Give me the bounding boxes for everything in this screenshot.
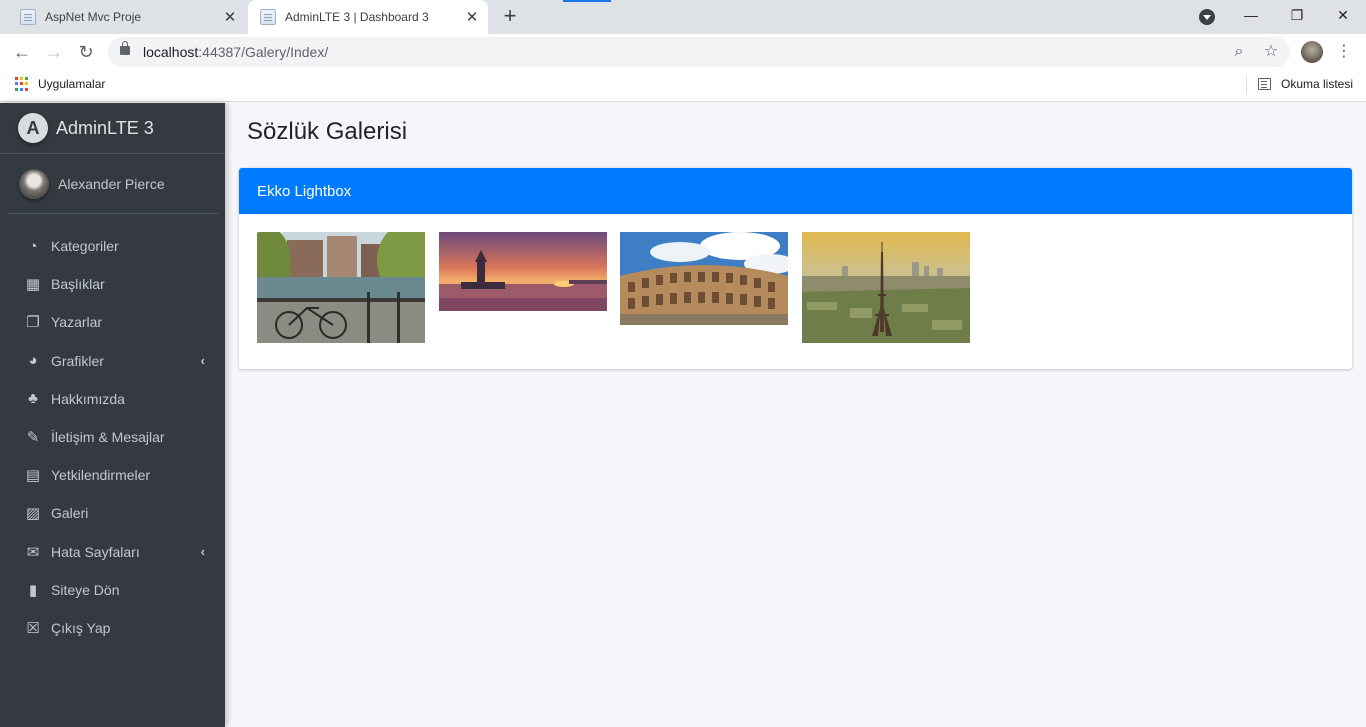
sidebar-item-iletisim[interactable]: ✎ İletişim & Mesajlar	[0, 418, 225, 456]
grid-icon: ▦	[25, 276, 41, 294]
forward-icon[interactable]: →	[42, 40, 66, 64]
sidebar-item-label: Kategoriler	[51, 238, 119, 255]
new-tab-button[interactable]: +	[498, 5, 522, 29]
gallery-image-maiden-tower[interactable]	[439, 232, 607, 311]
page-title: Sözlük Galerisi	[247, 118, 408, 145]
sidebar-item-hata-sayfalari[interactable]: ✉ Hata Sayfaları ‹	[0, 533, 225, 571]
sidebar-item-galeri[interactable]: ▨ Galeri	[0, 494, 225, 532]
tab-title: AdminLTE 3 | Dashboard 3	[285, 10, 429, 24]
sidebar-item-label: Başlıklar	[51, 276, 105, 293]
restore-button[interactable]: ❐	[1274, 0, 1320, 30]
card-title: Ekko Lightbox	[257, 182, 352, 200]
gallery-image-amsterdam[interactable]	[257, 232, 425, 343]
lock-icon[interactable]	[120, 41, 130, 55]
sidebar-item-label: Galeri	[51, 505, 89, 522]
tab-adminlte-dashboard[interactable]: AdminLTE 3 | Dashboard 3 ✕	[248, 0, 488, 34]
browser-toolbar: ← → ↻ localhost:44387/Galery/Index/ ⌕ ☆ …	[0, 34, 1366, 70]
url-text[interactable]: localhost:44387/Galery/Index/	[143, 44, 328, 60]
chevron-left-icon: ‹	[200, 543, 205, 559]
bookmarks-bar: Uygulamalar Okuma listesi	[0, 70, 1366, 102]
main-sidebar: A AdminLTE 3 Alexander Pierce ◔ Kategori…	[0, 103, 225, 727]
gallery-image-eiffel-tower[interactable]	[802, 232, 970, 343]
avatar	[19, 169, 49, 199]
sidebar-item-kategoriler[interactable]: ◔ Kategoriler	[0, 227, 225, 265]
sidebar-item-basliklar[interactable]: ▦ Başlıklar	[0, 265, 225, 303]
profile-avatar[interactable]	[1301, 41, 1323, 63]
tab-aspnet-mvc-proje[interactable]: AspNet Mvc Proje ✕	[8, 0, 246, 34]
tab-search-icon[interactable]	[1199, 9, 1215, 25]
eiffel-tower-image	[802, 232, 970, 343]
tree-icon: ♣	[28, 390, 38, 408]
book-icon: ▮	[28, 581, 38, 599]
tachometer-icon: ◔	[28, 237, 38, 255]
browser-tabstrip: AspNet Mvc Proje ✕ AdminLTE 3 | Dashboar…	[0, 0, 1366, 34]
pie-chart-icon: ◕	[28, 352, 38, 370]
sidebar-item-label: Grafikler	[51, 352, 104, 369]
page-icon	[20, 9, 36, 25]
gallery-image-colosseum[interactable]	[620, 232, 788, 325]
back-icon[interactable]: ←	[10, 40, 34, 64]
brand-link[interactable]: A AdminLTE 3	[0, 103, 225, 154]
calendar-icon: ▤	[25, 467, 41, 485]
sidebar-item-grafikler[interactable]: ◕ Grafikler ‹	[0, 342, 225, 380]
close-icon[interactable]: ✕	[462, 8, 482, 26]
reload-icon[interactable]: ↻	[74, 40, 98, 64]
sidebar-item-label: Siteye Dön	[51, 581, 120, 598]
sidebar-item-label: Yetkilendirmeler	[51, 467, 151, 484]
user-panel[interactable]: Alexander Pierce	[7, 155, 218, 214]
colosseum-image	[620, 232, 788, 325]
reading-list-link[interactable]: Okuma listesi	[1281, 77, 1353, 91]
page-icon	[260, 9, 276, 25]
close-window-button[interactable]: ✕	[1320, 0, 1366, 30]
sidebar-item-siteye-don[interactable]: ▮ Siteye Dön	[0, 571, 225, 609]
maiden-tower-image	[439, 232, 607, 311]
sidebar-item-label: Yazarlar	[51, 314, 103, 331]
sidebar-item-hakkimizda[interactable]: ♣ Hakkımızda	[0, 380, 225, 418]
menu-kebab-icon[interactable]: ⋮	[1336, 40, 1352, 64]
star-icon[interactable]: ☆	[1260, 41, 1282, 63]
card-header: Ekko Lightbox	[239, 168, 1352, 214]
minimize-button[interactable]: —	[1228, 0, 1274, 30]
sidebar-item-label: Hata Sayfaları	[51, 543, 140, 560]
close-icon[interactable]: ✕	[220, 8, 240, 26]
sidebar-item-yetkilendirmeler[interactable]: ▤ Yetkilendirmeler	[0, 456, 225, 494]
tab-title: AspNet Mvc Proje	[45, 10, 142, 24]
sidebar-item-label: Hakkımızda	[51, 390, 125, 407]
brand-text: AdminLTE 3	[56, 117, 154, 138]
sidebar-nav: ◔ Kategoriler ▦ Başlıklar ❐ Yazarlar ◕ G…	[0, 227, 225, 647]
image-icon: ▨	[25, 505, 41, 523]
envelope-icon: ✉	[26, 543, 40, 561]
sidebar-item-label: Çıkış Yap	[51, 619, 111, 636]
user-name[interactable]: Alexander Pierce	[58, 176, 165, 192]
zoom-icon[interactable]: ⌕	[1228, 41, 1250, 63]
amsterdam-canal-image	[257, 232, 425, 343]
chevron-left-icon: ‹	[200, 352, 205, 368]
copy-icon: ❐	[26, 314, 40, 332]
close-square-icon: ☒	[26, 619, 40, 637]
bookmarks-divider	[1246, 76, 1247, 94]
apps-icon[interactable]	[15, 77, 29, 91]
reading-list-icon[interactable]	[1258, 78, 1271, 90]
brand-logo: A	[18, 113, 48, 143]
gallery-card: Ekko Lightbox	[239, 168, 1352, 369]
address-bar[interactable]: localhost:44387/Galery/Index/ ⌕ ☆	[108, 37, 1290, 67]
sidebar-item-cikis-yap[interactable]: ☒ Çıkış Yap	[0, 609, 225, 647]
tab-loading-indicator	[563, 0, 611, 2]
edit-icon: ✎	[26, 429, 40, 447]
sidebar-item-label: İletişim & Mesajlar	[51, 429, 165, 446]
bookmark-apps[interactable]: Uygulamalar	[38, 77, 105, 91]
sidebar-item-yazarlar[interactable]: ❐ Yazarlar	[0, 303, 225, 341]
